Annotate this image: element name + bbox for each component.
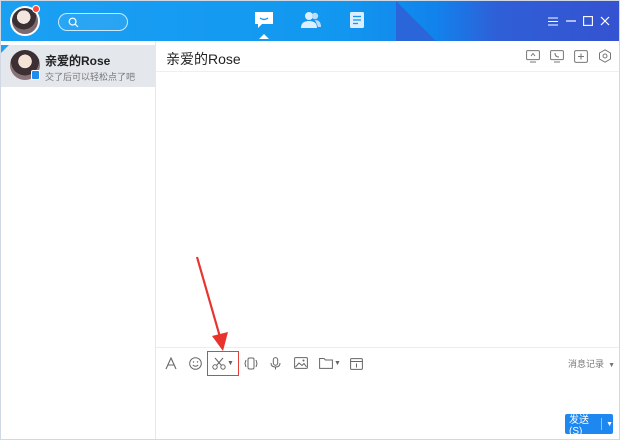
minimize-button[interactable] <box>564 14 578 28</box>
message-history-button[interactable]: 消息记录 ▼ <box>568 357 615 370</box>
font-button[interactable] <box>165 354 177 372</box>
chat-title: 亲爱的Rose <box>166 51 241 67</box>
send-button[interactable]: 发送(S) ▼ <box>565 414 613 437</box>
minimize-icon <box>566 20 576 22</box>
chevron-down-icon: ▼ <box>608 362 615 369</box>
add-member-button[interactable] <box>574 49 588 63</box>
calendar-icon <box>350 357 363 370</box>
font-icon <box>165 356 177 369</box>
input-toolbar: ▼ ▼ 消息记录 ▼ <box>156 347 619 377</box>
emoji-button[interactable] <box>189 354 202 372</box>
send-button-divider <box>601 418 603 430</box>
conversation-list: 亲爱的Rose 交了后可以轻松点了吧 <box>1 41 156 439</box>
title-bar-decoration <box>396 1 436 41</box>
message-area[interactable] <box>156 72 619 347</box>
chat-header: 亲爱的Rose <box>156 41 619 72</box>
settings-icon <box>599 49 611 63</box>
selected-marker <box>1 45 9 53</box>
image-button[interactable] <box>294 354 308 372</box>
contact-name: 亲爱的Rose <box>45 54 111 68</box>
notification-dot <box>32 5 40 13</box>
close-icon <box>600 16 610 26</box>
file-button[interactable]: ▼ <box>319 354 341 372</box>
menu-button[interactable] <box>546 14 560 28</box>
document-icon <box>350 12 364 28</box>
add-member-icon <box>574 49 588 63</box>
screen-share-icon <box>526 49 540 62</box>
call-button[interactable] <box>550 49 564 63</box>
folder-icon <box>319 358 333 369</box>
annotation-highlight-box <box>207 351 239 376</box>
close-button[interactable] <box>598 14 612 28</box>
chevron-down-icon[interactable]: ▼ <box>334 360 341 367</box>
chevron-down-icon[interactable]: ▼ <box>606 421 613 428</box>
title-bar <box>1 1 619 41</box>
search-box[interactable] <box>58 13 128 31</box>
voice-button[interactable] <box>270 354 281 372</box>
settings-button[interactable] <box>598 49 612 63</box>
tab-documents[interactable] <box>344 7 370 33</box>
contacts-icon <box>301 12 321 28</box>
maximize-icon <box>583 16 593 26</box>
mobile-online-badge <box>31 70 40 80</box>
shake-icon <box>244 357 258 369</box>
message-icon <box>255 12 273 28</box>
search-icon <box>68 17 79 28</box>
menu-icon <box>548 17 558 25</box>
send-button-label: 发送(S) <box>569 415 589 437</box>
microphone-icon <box>270 356 281 369</box>
message-preview: 交了后可以轻松点了吧 <box>45 72 136 82</box>
list-item[interactable]: 亲爱的Rose 交了后可以轻松点了吧 <box>1 45 156 87</box>
remote-assist-button[interactable] <box>526 49 540 63</box>
schedule-button[interactable] <box>350 354 363 372</box>
maximize-button[interactable] <box>581 14 595 28</box>
tab-contacts[interactable] <box>298 7 324 33</box>
emoji-icon <box>189 356 202 370</box>
phone-icon <box>550 49 564 62</box>
qq-chat-window: 亲爱的Rose 交了后可以轻松点了吧 亲爱的Rose ▼ ▼ 消息记录 ▼ 发送… <box>0 0 620 440</box>
message-input[interactable]: 发送(S) ▼ <box>156 377 619 439</box>
image-icon <box>294 357 308 369</box>
shake-button[interactable] <box>244 354 258 372</box>
tab-messages[interactable] <box>251 7 277 39</box>
message-history-label: 消息记录 <box>568 359 605 369</box>
